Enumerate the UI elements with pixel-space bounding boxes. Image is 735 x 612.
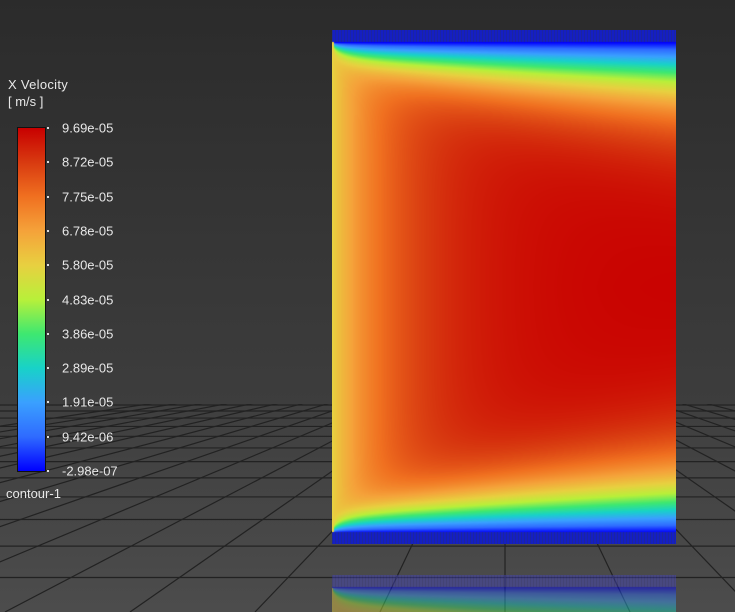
colorbar-tick-label: 8.72e-05 (62, 154, 114, 170)
colorbar-tick-label: 2.89e-05 (62, 360, 114, 376)
colorbar (17, 127, 46, 472)
contour-reflection (332, 575, 676, 612)
colorbar-tick-label: 4.83e-05 (62, 292, 114, 307)
colorbar-tick-label: -2.98e-07 (62, 463, 118, 479)
legend-units: [ m/s ] (8, 94, 44, 109)
colorbar-tick-mark (47, 401, 49, 404)
colorbar-tick-label: 6.78e-05 (62, 223, 114, 239)
contour-name: contour-1 (6, 486, 61, 501)
colorbar-tick-mark (47, 435, 49, 438)
contour-plot[interactable] (332, 30, 676, 544)
legend-title: X Velocity (8, 77, 69, 92)
colorbar-tick-mark (47, 298, 49, 301)
colorbar-tick-label: 1.91e-05 (62, 394, 114, 410)
colorbar-tick-label: 3.86e-05 (62, 326, 114, 342)
colorbar-tick-mark (47, 229, 49, 232)
colorbar-tick-mark (47, 264, 49, 267)
colorbar-tick-mark (47, 195, 49, 198)
colorbar-tick-label: 5.80e-05 (62, 257, 114, 273)
colorbar-tick-mark (47, 332, 49, 335)
colorbar-tick-mark (47, 161, 49, 164)
colorbar-tick-mark (47, 367, 49, 370)
colorbar-tick-label: 7.75e-05 (62, 189, 114, 205)
colorbar-tick-label: 9.69e-05 (62, 120, 114, 136)
colorbar-tick-mark (47, 470, 49, 472)
colorbar-tick-mark (47, 127, 49, 129)
colorbar-tick-label: 9.42e-06 (62, 429, 114, 445)
